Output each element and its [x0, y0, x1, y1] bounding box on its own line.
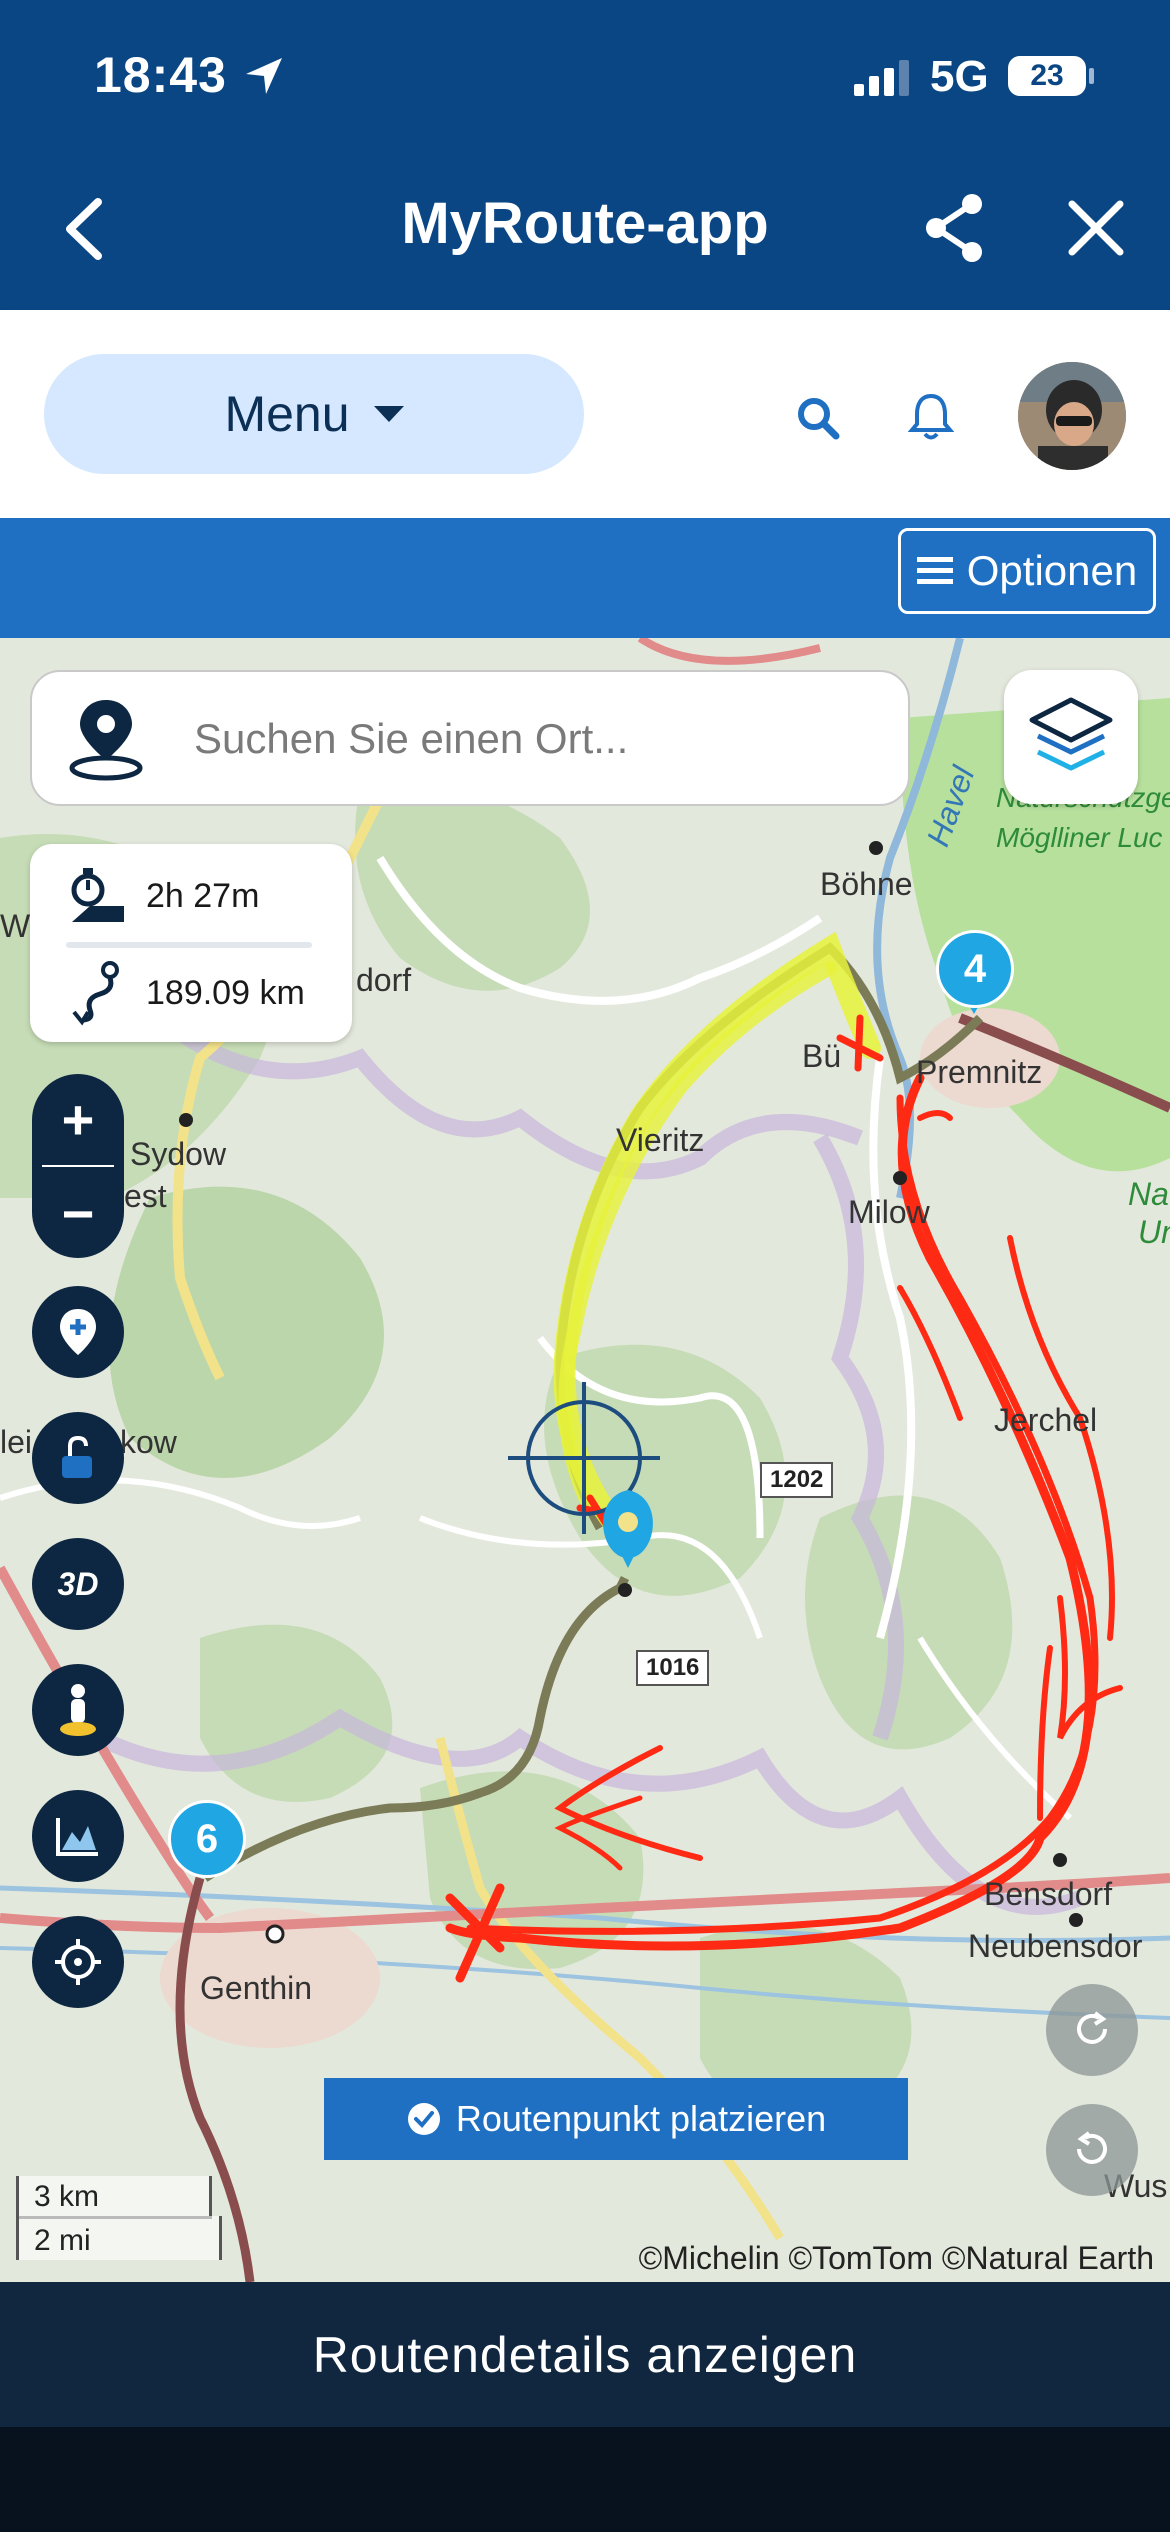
- lock-button[interactable]: [32, 1412, 124, 1504]
- add-location-icon: [60, 1309, 96, 1355]
- battery-level: 23: [1030, 59, 1064, 92]
- road-number: 1202: [760, 1462, 834, 1498]
- location-arrow-icon: [246, 58, 282, 94]
- map-view[interactable]: Böhne Havel Naturschutzgeb Möglliner Luc…: [0, 638, 1170, 2282]
- options-label: Optionen: [966, 547, 1138, 594]
- redo-icon: [1077, 2011, 1107, 2044]
- map-label: kow: [120, 1424, 177, 1460]
- street-view-button[interactable]: [32, 1664, 124, 1756]
- network-type: 5G: [930, 52, 989, 101]
- route-distance-icon: [72, 961, 119, 1026]
- battery-tip: [1089, 68, 1094, 84]
- scale-mi: 2 mi: [34, 2224, 91, 2257]
- share-icon[interactable]: [922, 192, 988, 264]
- zoom-divider: [42, 1165, 114, 1167]
- map-label: Milow: [848, 1194, 930, 1230]
- elevation-profile-button[interactable]: [32, 1790, 124, 1882]
- home-indicator-area: [0, 2427, 1170, 2532]
- close-icon[interactable]: [1066, 198, 1126, 258]
- crosshair-icon: [55, 1939, 101, 1985]
- bell-icon[interactable]: [908, 392, 954, 442]
- map-label: dorf: [356, 962, 412, 998]
- map-label: Neubensdor: [968, 1928, 1143, 1964]
- menu-dropdown-button[interactable]: Menu: [44, 354, 584, 474]
- search-icon[interactable]: [796, 396, 840, 440]
- options-button[interactable]: Optionen: [898, 528, 1156, 614]
- menu-label: Menu: [224, 386, 350, 442]
- place-search-box: [30, 670, 910, 806]
- map-pin-icon: [69, 700, 143, 781]
- duration-row: 2h 27m: [66, 866, 259, 926]
- undo-icon: [1077, 2131, 1107, 2164]
- map-label: Jerchel: [994, 1402, 1098, 1438]
- map-label: est: [124, 1178, 167, 1214]
- map-label: Premnitz: [916, 1054, 1043, 1090]
- divider: [66, 942, 312, 948]
- zoom-out-button[interactable]: −: [32, 1168, 124, 1258]
- layers-icon: [1029, 697, 1113, 771]
- route-duration: 2h 27m: [146, 876, 260, 915]
- route-details-label: Routendetails anzeigen: [312, 2326, 858, 2383]
- zoom-control: + −: [32, 1074, 124, 1258]
- map-scale: 3 km 2 mi: [16, 2176, 226, 2266]
- 3d-label: 3D: [57, 1565, 99, 1602]
- map-label: Nat: [1128, 1176, 1170, 1212]
- map-label: Vieritz: [616, 1122, 705, 1158]
- map-label: Bensdorf: [984, 1876, 1113, 1912]
- menu-bar: Menu: [0, 310, 1170, 518]
- check-circle-icon: [407, 2103, 440, 2135]
- chevron-down-icon: [373, 406, 404, 422]
- locate-button[interactable]: [32, 1916, 124, 2008]
- map-label: Böhne: [820, 866, 913, 902]
- search-input[interactable]: [192, 702, 876, 776]
- scale-km: 3 km: [34, 2180, 100, 2213]
- 3d-button[interactable]: 3D: [32, 1538, 124, 1630]
- route-summary-card: 2h 27m 189.09 km: [30, 844, 352, 1042]
- hamburger-icon: [916, 557, 953, 584]
- road-number: 1016: [636, 1650, 710, 1686]
- battery-icon: 23: [1008, 56, 1086, 96]
- map-label: Möglliner Luc: [996, 822, 1163, 853]
- map-label: lei: [0, 1424, 33, 1460]
- options-bar: Optionen: [0, 518, 1170, 638]
- status-time: 18:43: [94, 47, 227, 103]
- unlock-icon: [62, 1435, 92, 1478]
- add-waypoint-button[interactable]: [32, 1286, 124, 1378]
- map-label: Un: [1138, 1214, 1170, 1250]
- chart-icon: [56, 1818, 98, 1856]
- zoom-in-button[interactable]: +: [32, 1074, 124, 1164]
- map-label: Genthin: [200, 1970, 313, 2006]
- map-label: Sydow: [130, 1136, 227, 1172]
- status-bar: 18:43 5G 23: [0, 0, 1170, 150]
- distance-row: 189.09 km: [66, 960, 305, 1026]
- route-details-button[interactable]: Routendetails anzeigen: [0, 2282, 1170, 2427]
- map-label: Bü: [802, 1038, 842, 1074]
- place-waypoint-button[interactable]: Routenpunkt platzieren: [324, 2078, 908, 2160]
- avatar-image: [1018, 362, 1126, 470]
- page-title: MyRoute-app: [401, 191, 769, 256]
- waypoint-badge[interactable]: 6: [168, 1800, 246, 1878]
- undo-button[interactable]: [1046, 2104, 1138, 2196]
- map-attribution: ©Michelin ©TomTom ©Natural Earth: [638, 2240, 1154, 2276]
- avatar[interactable]: [1018, 362, 1126, 470]
- stopwatch-icon: [71, 868, 124, 922]
- person-icon: [60, 1684, 96, 1736]
- signal-icon: [854, 60, 909, 96]
- layers-button[interactable]: [1004, 670, 1138, 804]
- place-waypoint-label: Routenpunkt platzieren: [455, 2098, 827, 2139]
- title-bar: MyRoute-app: [0, 150, 1170, 310]
- route-distance: 189.09 km: [146, 973, 305, 1012]
- redo-button[interactable]: [1046, 1984, 1138, 2076]
- waypoint-badge[interactable]: 4: [936, 930, 1014, 1008]
